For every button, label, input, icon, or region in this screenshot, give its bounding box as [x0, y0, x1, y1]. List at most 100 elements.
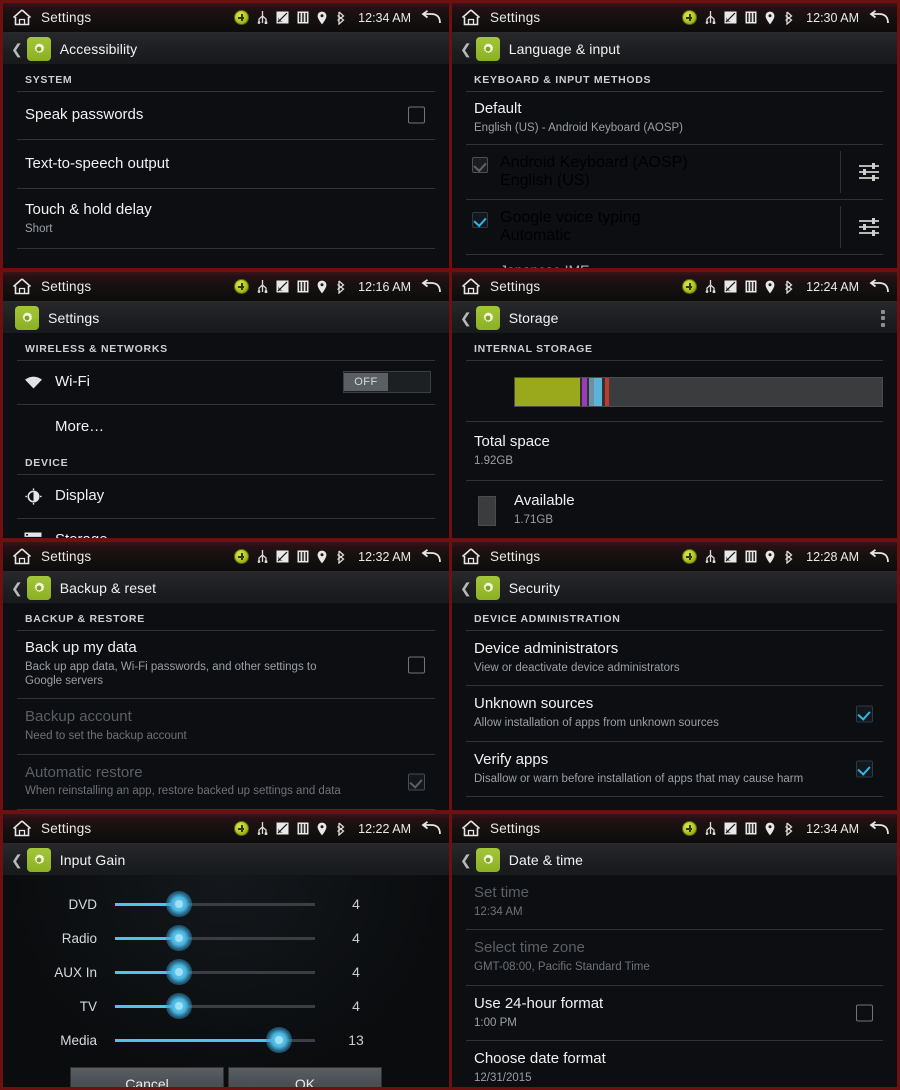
slider-track-media[interactable]	[115, 1027, 315, 1053]
bluetooth-icon	[783, 11, 794, 25]
slider-track-aux-in[interactable]	[115, 959, 315, 985]
slider-track-radio[interactable]	[115, 925, 315, 951]
list-item[interactable]: Google voice typing Automatic	[452, 200, 897, 254]
chevron-left-icon[interactable]: ❮	[460, 311, 472, 325]
back-icon[interactable]	[867, 819, 891, 839]
chevron-left-icon[interactable]: ❮	[460, 853, 472, 867]
list-item[interactable]: Android Keyboard (AOSP) English (US)	[452, 145, 897, 199]
list-item[interactable]: Touch & hold delay Short	[3, 189, 449, 247]
panel-language-input: Settings 12:30 AM ❮ Language & input KEY…	[450, 0, 900, 270]
divider	[17, 808, 435, 810]
checkbox-speak-passwords[interactable]	[408, 106, 425, 124]
slider-track-tv[interactable]	[115, 993, 315, 1019]
slider-value: 13	[348, 1032, 364, 1048]
ok-button[interactable]: OK	[228, 1067, 382, 1087]
slider-row-dvd[interactable]: DVD 4	[3, 887, 449, 921]
checkbox-google-voice-typing[interactable]	[472, 212, 488, 229]
list-item-subtitle: GMT-08:00, Pacific Standard Time	[474, 961, 650, 974]
home-icon[interactable]	[458, 7, 484, 29]
list-item-unknown-sources[interactable]: Unknown sources Allow installation of ap…	[452, 686, 897, 740]
gear-icon[interactable]	[475, 37, 500, 61]
list-item-display[interactable]: Display	[3, 475, 449, 518]
input-gain-content: DVD 4 Radio 4 AUX In 4 TV 4 Media 13 Can…	[3, 875, 449, 1087]
list-item-wifi[interactable]: Wi-Fi OFF	[3, 361, 449, 404]
home-icon[interactable]	[458, 818, 484, 840]
gear-icon[interactable]	[15, 306, 39, 330]
overflow-menu-icon[interactable]	[881, 309, 889, 327]
slider-row-tv[interactable]: TV 4	[3, 989, 449, 1023]
usb-icon	[257, 279, 268, 294]
status-icons	[234, 279, 350, 294]
chevron-left-icon[interactable]: ❮	[460, 581, 472, 595]
back-icon[interactable]	[867, 277, 891, 297]
list-item-title: Verify apps	[474, 750, 549, 768]
home-icon[interactable]	[9, 546, 35, 568]
list-item-device-administrators[interactable]: Device administrators View or deactivate…	[452, 631, 897, 685]
status-bar-title: Settings	[41, 549, 92, 564]
list-item-more[interactable]: More…	[3, 405, 449, 449]
back-icon[interactable]	[419, 547, 443, 567]
slider-row-radio[interactable]: Radio 4	[3, 921, 449, 955]
status-bar-clock: 12:22 AM	[358, 821, 411, 836]
gear-icon[interactable]	[475, 848, 500, 872]
sliders-settings-icon[interactable]	[855, 215, 883, 239]
back-icon[interactable]	[419, 819, 443, 839]
list-item-subtitle: English (US) - Android Keyboard (AOSP)	[474, 121, 684, 134]
list-item-subtitle: Back up app data, Wi-Fi passwords, and o…	[25, 660, 317, 688]
status-bar-title: Settings	[490, 10, 541, 25]
gear-icon[interactable]	[475, 306, 500, 330]
chevron-left-icon[interactable]: ❮	[460, 42, 472, 56]
checkbox-android-keyboard[interactable]	[472, 157, 488, 174]
list-item-title: Choose date format	[474, 1050, 606, 1068]
back-icon[interactable]	[867, 547, 891, 567]
home-icon[interactable]	[9, 818, 35, 840]
location-pin-icon	[317, 280, 327, 294]
list-item[interactable]: Speak passwords	[3, 92, 449, 139]
section-header: WIRELESS & NETWORKS	[25, 343, 168, 355]
status-bar-title: Settings	[490, 549, 541, 564]
list-item-available[interactable]: Available 1.71GB	[452, 481, 897, 538]
slider-track-dvd[interactable]	[115, 891, 315, 917]
home-icon[interactable]	[9, 276, 35, 298]
checkbox-verify-apps[interactable]	[856, 760, 873, 778]
slider-label: DVD	[68, 896, 97, 912]
checkbox-automatic-restore	[408, 773, 425, 791]
gear-icon[interactable]	[26, 576, 51, 600]
list-item-backup-my-data[interactable]: Back up my data Back up app data, Wi-Fi …	[3, 631, 449, 698]
usb-icon	[257, 549, 268, 564]
list-content: INTERNAL STORAGE Total space 1.92GB Avai…	[452, 333, 897, 538]
home-icon[interactable]	[9, 7, 35, 29]
gear-icon[interactable]	[475, 576, 500, 600]
checkbox-use-24-hour-format[interactable]	[856, 1004, 873, 1022]
list-item-storage[interactable]: Storage	[3, 519, 449, 538]
list-item-verify-apps[interactable]: Verify apps Disallow or warn before inst…	[452, 742, 897, 796]
status-bar: Settings 12:22 AM	[3, 814, 449, 844]
chevron-left-icon[interactable]: ❮	[11, 42, 23, 56]
gear-icon[interactable]	[26, 37, 51, 61]
wifi-toggle[interactable]: OFF	[343, 371, 431, 394]
back-icon[interactable]	[867, 8, 891, 28]
list-item[interactable]: Default English (US) - Android Keyboard …	[452, 92, 897, 144]
list-item-title: Select time zone	[474, 939, 585, 957]
home-icon[interactable]	[458, 276, 484, 298]
cancel-button[interactable]: Cancel	[70, 1067, 224, 1087]
list-item-choose-date-format[interactable]: Choose date format 12/31/2015	[452, 1041, 897, 1087]
home-icon[interactable]	[458, 546, 484, 568]
list-item-use-24-hour-format[interactable]: Use 24-hour format 1:00 PM	[452, 986, 897, 1040]
status-bar: Settings 12:32 AM	[3, 542, 449, 572]
chevron-left-icon[interactable]: ❮	[11, 581, 23, 595]
slider-row-media[interactable]: Media 13	[3, 1023, 449, 1057]
sliders-settings-icon[interactable]	[855, 160, 883, 184]
back-icon[interactable]	[419, 277, 443, 297]
list-item[interactable]: Text-to-speech output	[3, 140, 449, 189]
checkbox-unknown-sources[interactable]	[856, 705, 873, 723]
chevron-left-icon[interactable]: ❮	[11, 853, 23, 867]
checkbox-backup-my-data[interactable]	[408, 656, 425, 674]
divider-vertical	[840, 206, 841, 249]
slider-knob	[166, 925, 192, 951]
list-item-total-space[interactable]: Total space 1.92GB	[452, 422, 897, 480]
slider-row-aux-in[interactable]: AUX In 4	[3, 955, 449, 989]
list-item-title: Display	[55, 487, 105, 505]
gear-icon[interactable]	[26, 848, 51, 872]
back-icon[interactable]	[419, 8, 443, 28]
